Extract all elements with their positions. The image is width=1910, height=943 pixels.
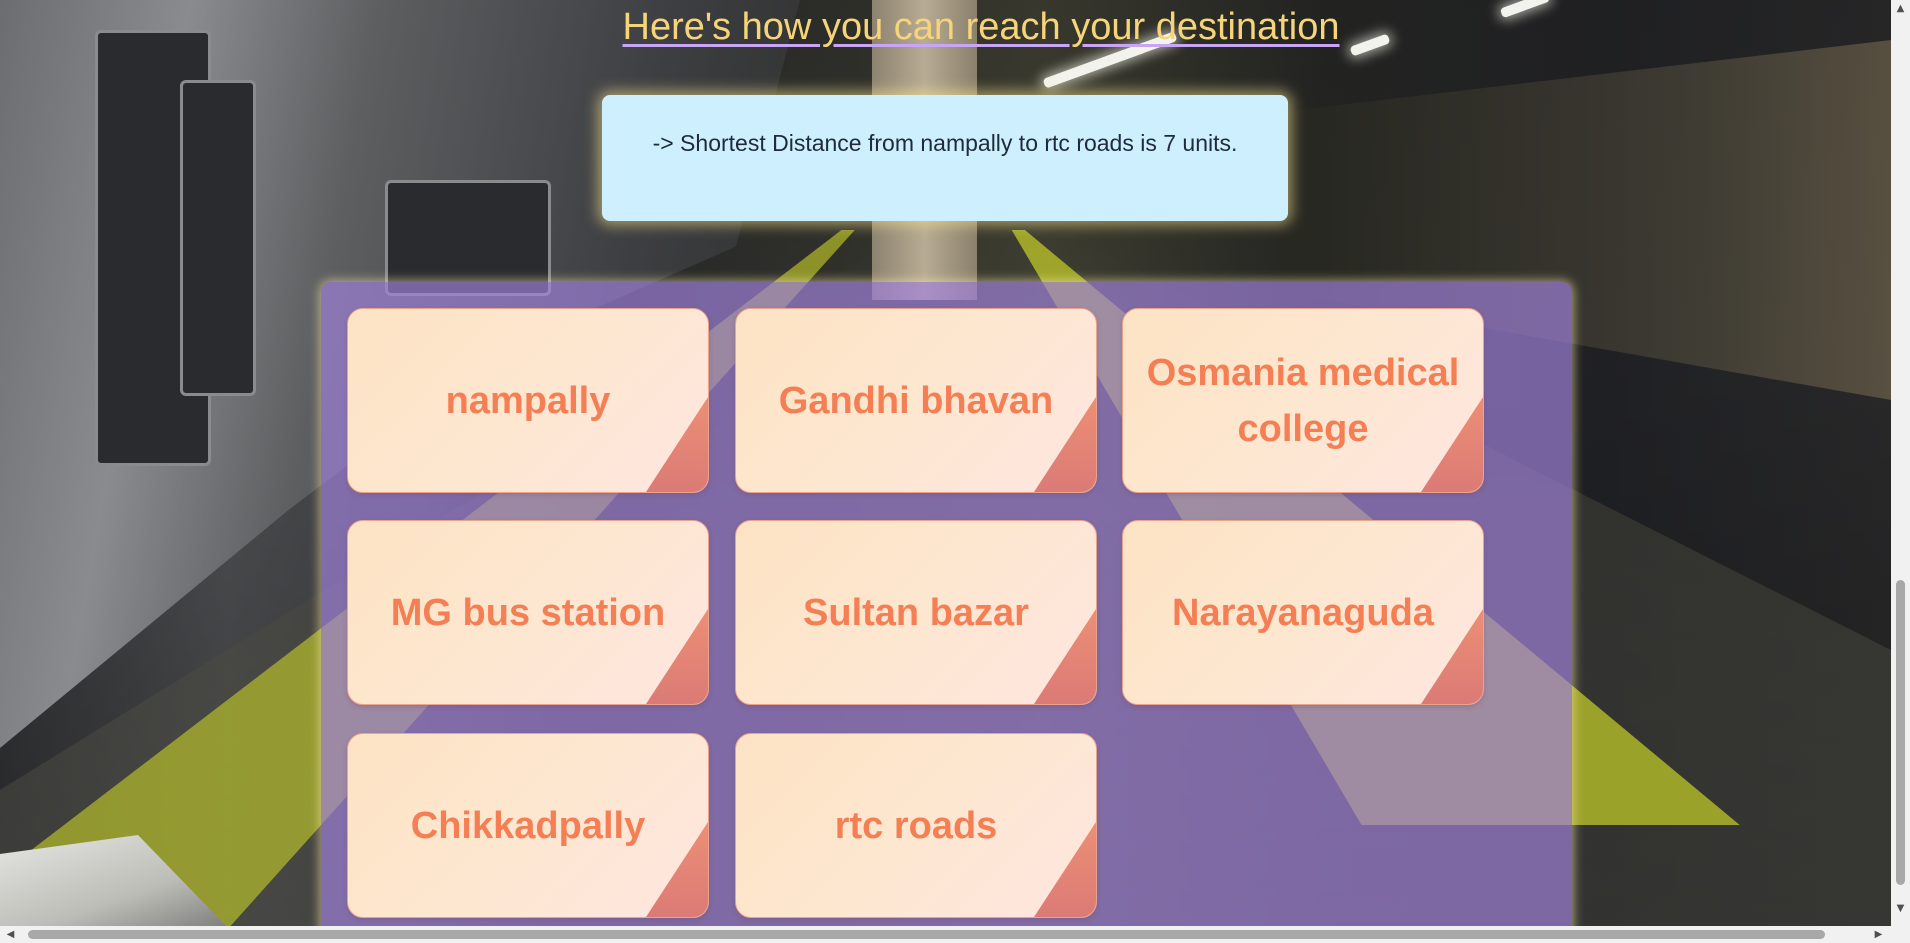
- station-label: MG bus station: [390, 591, 666, 634]
- station-card-sultan-bazar[interactable]: Sultan bazar: [735, 520, 1097, 705]
- station-label: Gandhi bhavan: [778, 379, 1054, 422]
- horizontal-scrollbar[interactable]: ◀ ▶: [0, 926, 1910, 943]
- station-label: rtc roads: [834, 804, 998, 847]
- vertical-scrollbar[interactable]: ▲ ▼: [1891, 0, 1910, 926]
- station-label: Sultan bazar: [803, 591, 1029, 634]
- shortest-distance-result: -> Shortest Distance from nampally to rt…: [602, 95, 1288, 221]
- station-label: Narayanaguda: [1172, 591, 1434, 634]
- background-train-window: [385, 180, 551, 296]
- station-card-mg-bus-station[interactable]: MG bus station: [347, 520, 709, 705]
- background-train-door: [180, 80, 256, 396]
- scroll-right-arrow-icon[interactable]: ▶: [1870, 926, 1887, 943]
- station-card-narayanaguda[interactable]: Narayanaguda: [1122, 520, 1484, 705]
- scroll-up-arrow-icon[interactable]: ▲: [1891, 0, 1910, 17]
- horizontal-scrollbar-thumb[interactable]: [28, 930, 1825, 939]
- scroll-down-arrow-icon[interactable]: ▼: [1891, 900, 1910, 917]
- page-viewport: Here's how you can reach your destinatio…: [0, 0, 1891, 926]
- vertical-scrollbar-thumb[interactable]: [1896, 580, 1905, 885]
- station-card-rtc-roads[interactable]: rtc roads: [735, 733, 1097, 918]
- station-label: Osmania medical college: [1146, 351, 1460, 450]
- station-card-nampally[interactable]: nampally: [347, 308, 709, 493]
- result-text: -> Shortest Distance from nampally to rt…: [652, 130, 1238, 156]
- station-card-gandhi-bhavan[interactable]: Gandhi bhavan: [735, 308, 1097, 493]
- scroll-left-arrow-icon[interactable]: ◀: [2, 926, 19, 943]
- station-label: Chikkadpally: [410, 804, 646, 847]
- station-card-chikkadpally[interactable]: Chikkadpally: [347, 733, 709, 918]
- station-card-osmania-medical-college[interactable]: Osmania medical college: [1122, 308, 1484, 493]
- station-label: nampally: [445, 379, 611, 422]
- stations-panel: nampally Gandhi bhavan Osmania medical c…: [321, 282, 1572, 926]
- page-heading: Here's how you can reach your destinatio…: [622, 6, 1340, 48]
